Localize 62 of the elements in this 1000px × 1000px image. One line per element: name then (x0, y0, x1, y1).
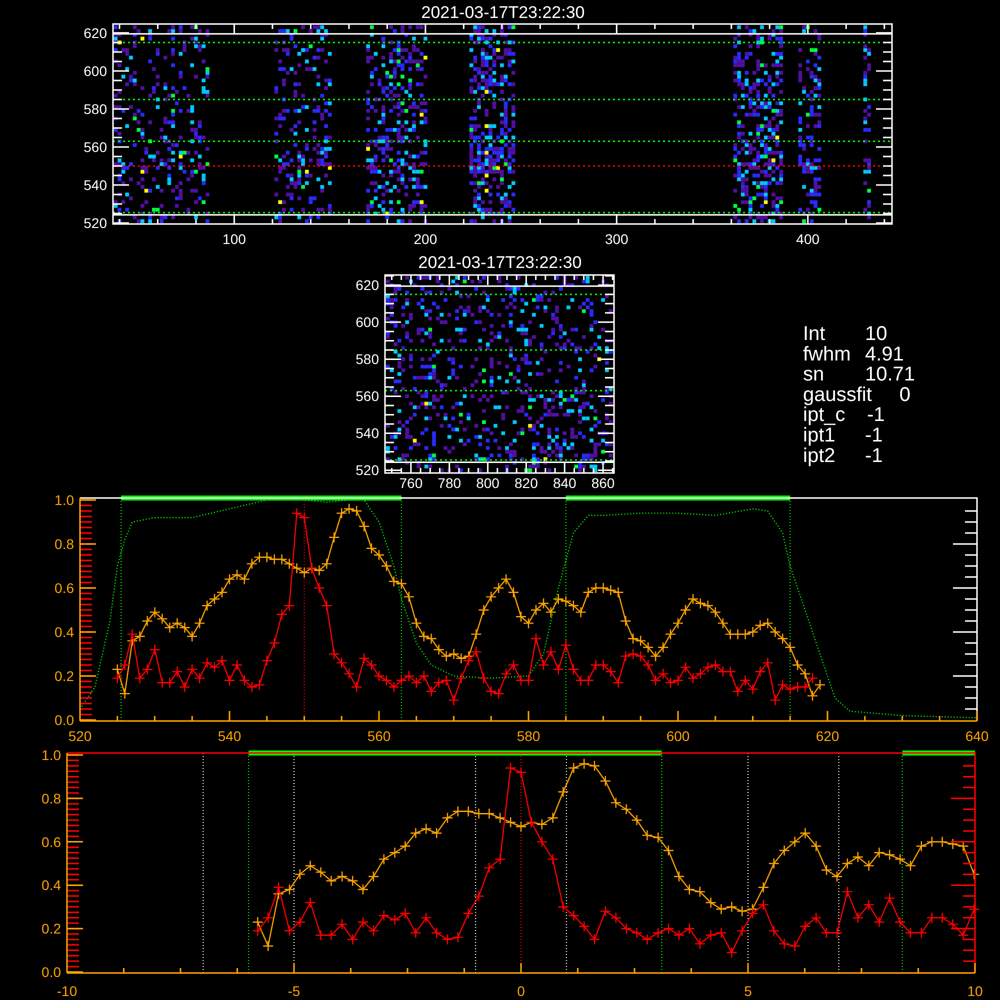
axis-tick-label: 540 (356, 425, 379, 442)
axis-tick-label: 0.4 (42, 877, 61, 894)
stat-label: ipt1 (803, 424, 836, 446)
stat-value: -1 (865, 424, 883, 446)
axis-tick-label: 520 (84, 215, 107, 232)
axis-tick-label: -5 (288, 983, 300, 999)
axis-tick-label: 760 (399, 475, 423, 490)
axis-tick-label: 860 (591, 475, 615, 490)
axis-tick-label: 10 (967, 983, 983, 999)
axis-tick-label: 1.0 (54, 492, 74, 508)
stat-label: gaussfit (803, 384, 872, 406)
axis-tick-label: 780 (438, 475, 462, 490)
axis-tick-label: 0.0 (42, 964, 61, 980)
axis-tick-label: 0 (517, 983, 525, 999)
axis-tick-label: 1.0 (42, 747, 61, 763)
stat-label: ipt2 (803, 444, 836, 467)
axis-tick-label: 5 (744, 983, 752, 999)
axis-tick-label: 200 (414, 231, 438, 247)
axis-tick-label: 0.6 (42, 834, 61, 850)
stat-label: fwhm (803, 343, 851, 366)
axis-tick-label: 0.2 (54, 668, 74, 684)
axis-tick-label: 840 (552, 475, 576, 490)
axis-tick-label: 0.6 (54, 580, 74, 596)
axis-tick-label: 620 (84, 24, 107, 41)
stat-value: -1 (867, 404, 885, 426)
axis-tick-label: 580 (516, 728, 540, 744)
axis-tick-label: 820 (514, 475, 538, 490)
axis-tick-label: 580 (84, 100, 107, 117)
stat-label: ipt_c (803, 404, 846, 426)
stat-value: 10.71 (865, 364, 916, 386)
stat-label: Int (803, 323, 826, 345)
axis-tick-label: 800 (476, 475, 500, 490)
stat-label: sn (803, 364, 824, 386)
plot-title: 2021-03-17T23:22:30 (418, 253, 582, 272)
stat-value: 4.91 (865, 343, 904, 366)
axis-tick-label: -10 (56, 983, 78, 999)
axis-tick-label: 300 (604, 231, 628, 247)
axis-tick-label: 600 (666, 728, 690, 744)
axis-tick-label: 0.8 (42, 790, 61, 806)
stat-value: 10 (865, 323, 888, 345)
axis-tick-label: 600 (356, 314, 379, 330)
axis-tick-label: 580 (356, 351, 379, 368)
axis-tick-label: 0.2 (42, 920, 61, 937)
axis-tick-label: 0.8 (54, 536, 74, 552)
axis-tick-label: 0.4 (54, 624, 74, 640)
axis-tick-label: 520 (68, 728, 92, 744)
axis-tick-label: 600 (84, 62, 107, 79)
axis-tick-label: 100 (222, 231, 246, 247)
axis-tick-label: 620 (356, 277, 379, 294)
axis-tick-label: 520 (356, 462, 379, 478)
stat-value: -1 (865, 444, 883, 467)
axis-tick-label: 540 (84, 177, 107, 194)
axis-tick-label: 0.0 (54, 712, 74, 728)
plot-title: 2021-03-17T23:22:30 (421, 3, 585, 22)
axis-tick-label: 560 (367, 728, 391, 744)
axis-tick-label: 640 (965, 728, 989, 744)
axis-tick-label: 560 (356, 388, 379, 404)
axis-tick-label: 400 (796, 231, 820, 247)
axis-tick-label: 540 (218, 728, 242, 744)
axis-tick-label: 560 (84, 139, 107, 155)
axis-tick-label: 620 (816, 728, 840, 744)
stat-value: 0 (899, 384, 911, 406)
